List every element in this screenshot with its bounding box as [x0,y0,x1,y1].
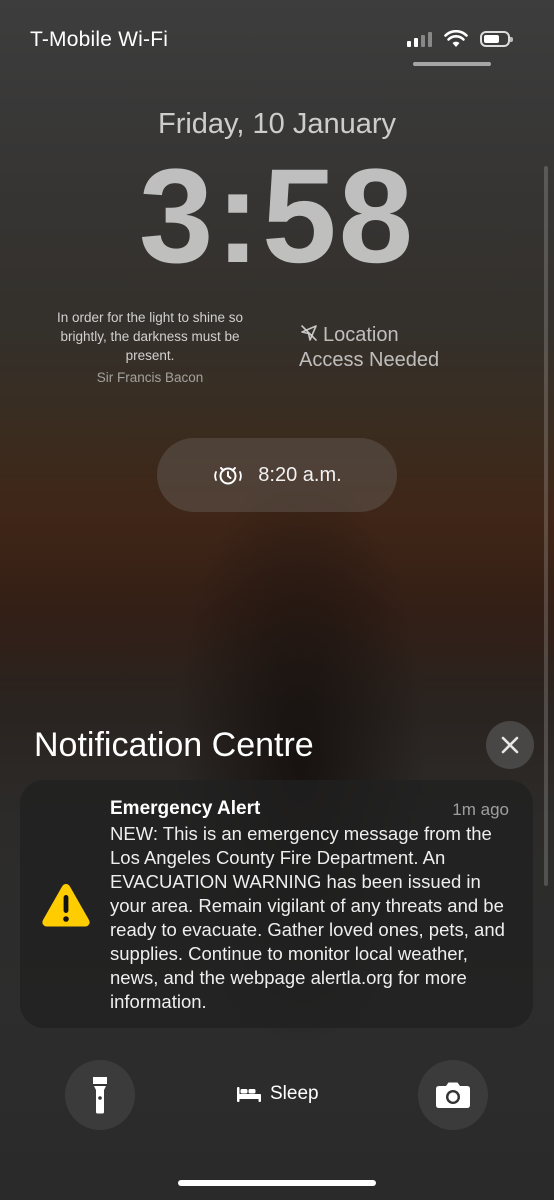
cellular-signal-icon [407,31,432,47]
notification-centre-title: Notification Centre [34,726,314,764]
status-icons [407,30,513,48]
wifi-icon [444,30,468,47]
quote-line: present. [125,348,175,363]
alarm-clock-icon [214,467,243,485]
quote-widget[interactable]: In order for the light to shine so brigh… [40,308,260,365]
notification-body: NEW: This is an emergency message from t… [110,823,505,1012]
close-icon [501,736,519,754]
lock-date: Friday, 10 January [157,108,397,140]
notification-title: Emergency Alert [110,798,261,819]
flashlight-button[interactable] [65,1060,135,1130]
alarm-widget[interactable]: 8:20 a.m. [157,438,397,512]
scrollbar[interactable] [544,166,548,886]
sleep-focus-button[interactable]: Sleep [236,1083,319,1105]
quote-line: brightly, the darkness must be [60,329,240,344]
alarm-time: 8:20 a.m. [258,463,342,486]
lock-time: 3:58 [138,142,416,291]
location-line: Location [323,324,399,346]
home-indicator[interactable] [178,1180,376,1186]
bed-icon [237,1087,261,1102]
emergency-alert-notification[interactable]: Emergency Alert 1m ago NEW: This is an e… [20,780,533,1028]
location-slash-icon [301,325,317,341]
warning-icon [42,884,90,927]
camera-icon [436,1082,470,1108]
carrier-name: T-Mobile Wi-Fi [30,28,169,51]
flashlight-icon [93,1077,107,1114]
sleep-label: Sleep [270,1083,319,1104]
notification-time: 1m ago [452,800,509,819]
camera-button[interactable] [418,1060,488,1130]
clear-notifications-button[interactable] [486,721,534,769]
location-line: Access Needed [299,349,440,371]
quote-line: In order for the light to shine so [56,310,244,325]
control-centre-indicator[interactable] [413,62,491,66]
location-widget[interactable]: Location Access Needed [299,323,499,373]
battery-icon [480,31,513,47]
quote-author: Sir Francis Bacon [96,370,204,385]
